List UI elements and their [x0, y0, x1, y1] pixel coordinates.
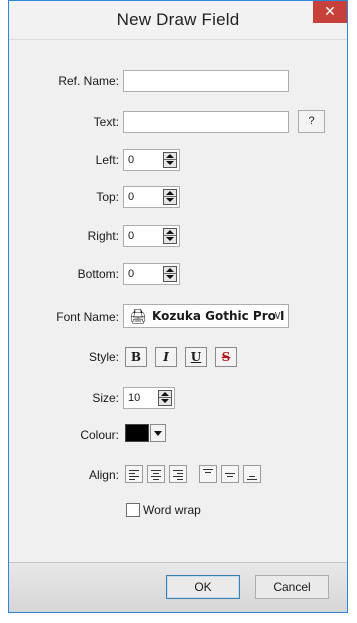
- left-value[interactable]: 0: [128, 154, 134, 166]
- underline-button[interactable]: U: [185, 347, 207, 367]
- right-up-arrow-icon[interactable]: [164, 229, 176, 236]
- align-right-icon[interactable]: [169, 465, 187, 483]
- top-spinner[interactable]: [163, 189, 177, 205]
- dropdown-arrow-icon: [154, 431, 162, 436]
- font-name-value[interactable]: Kozuka Gothic Pro I: [152, 309, 285, 323]
- bottom-down-arrow-icon[interactable]: [164, 274, 176, 281]
- word-wrap-label[interactable]: Word wrap: [143, 503, 201, 517]
- right-down-arrow-icon[interactable]: [164, 236, 176, 243]
- text-help-button[interactable]: ?: [298, 110, 325, 133]
- align-top-icon[interactable]: [199, 465, 217, 483]
- text-label: Text:: [93, 115, 119, 129]
- ref-name-input[interactable]: [123, 70, 289, 92]
- dialog-title: New Draw Field: [116, 10, 240, 29]
- top-up-arrow-icon[interactable]: [164, 190, 176, 197]
- new-draw-field-dialog: New Draw Field ✕ Ref. Name: Text: ? Left…: [8, 0, 348, 613]
- left-down-arrow-icon[interactable]: [164, 160, 176, 167]
- size-spinbox[interactable]: 10: [123, 387, 175, 409]
- align-bottom-icon[interactable]: [243, 465, 261, 483]
- align-left-icon[interactable]: [125, 465, 143, 483]
- right-value[interactable]: 0: [128, 230, 134, 242]
- colour-label: Colour:: [80, 428, 119, 442]
- left-up-arrow-icon[interactable]: [164, 153, 176, 160]
- word-wrap-checkbox[interactable]: [126, 503, 140, 517]
- cancel-button[interactable]: Cancel: [255, 575, 329, 599]
- left-label: Left:: [95, 153, 119, 167]
- bottom-value[interactable]: 0: [128, 268, 134, 280]
- close-button[interactable]: ✕: [313, 1, 347, 23]
- font-name-label: Font Name:: [56, 310, 119, 324]
- top-down-arrow-icon[interactable]: [164, 197, 176, 204]
- align-label: Align:: [88, 468, 119, 482]
- left-spinner[interactable]: [163, 152, 177, 168]
- size-label: Size:: [92, 391, 119, 405]
- bottom-spinbox[interactable]: 0: [123, 263, 180, 285]
- align-center-icon[interactable]: [147, 465, 165, 483]
- bottom-label: Bottom:: [77, 267, 119, 281]
- text-input[interactable]: [123, 111, 289, 133]
- strikethrough-button[interactable]: S: [215, 347, 237, 367]
- size-down-arrow-icon[interactable]: [159, 398, 171, 405]
- ref-name-label: Ref. Name:: [58, 74, 119, 88]
- bold-button[interactable]: B: [125, 347, 147, 367]
- ok-button[interactable]: OK: [166, 575, 240, 599]
- top-label: Top:: [96, 190, 119, 204]
- size-up-arrow-icon[interactable]: [159, 391, 171, 398]
- top-spinbox[interactable]: 0: [123, 186, 180, 208]
- colour-swatch[interactable]: [125, 424, 149, 442]
- title-bar: New Draw Field ✕: [9, 1, 347, 40]
- dialog-footer: OK Cancel: [9, 562, 347, 612]
- chevron-down-icon[interactable]: ∨: [273, 308, 282, 322]
- italic-button[interactable]: I: [155, 347, 177, 367]
- colour-dropdown-button[interactable]: [150, 424, 166, 442]
- top-value[interactable]: 0: [128, 191, 134, 203]
- size-spinner[interactable]: [158, 390, 172, 406]
- close-icon[interactable]: ✕: [324, 3, 336, 19]
- right-spinner[interactable]: [163, 228, 177, 244]
- printer-font-icon: 🖨: [129, 308, 147, 324]
- right-label: Right:: [87, 229, 119, 243]
- left-spinbox[interactable]: 0: [123, 149, 180, 171]
- right-spinbox[interactable]: 0: [123, 225, 180, 247]
- style-label: Style:: [88, 350, 119, 364]
- bottom-spinner[interactable]: [163, 266, 177, 282]
- align-middle-icon[interactable]: [221, 465, 239, 483]
- bottom-up-arrow-icon[interactable]: [164, 267, 176, 274]
- size-value[interactable]: 10: [128, 392, 140, 404]
- font-name-dropdown[interactable]: 🖨 Kozuka Gothic Pro I ∨: [123, 304, 289, 328]
